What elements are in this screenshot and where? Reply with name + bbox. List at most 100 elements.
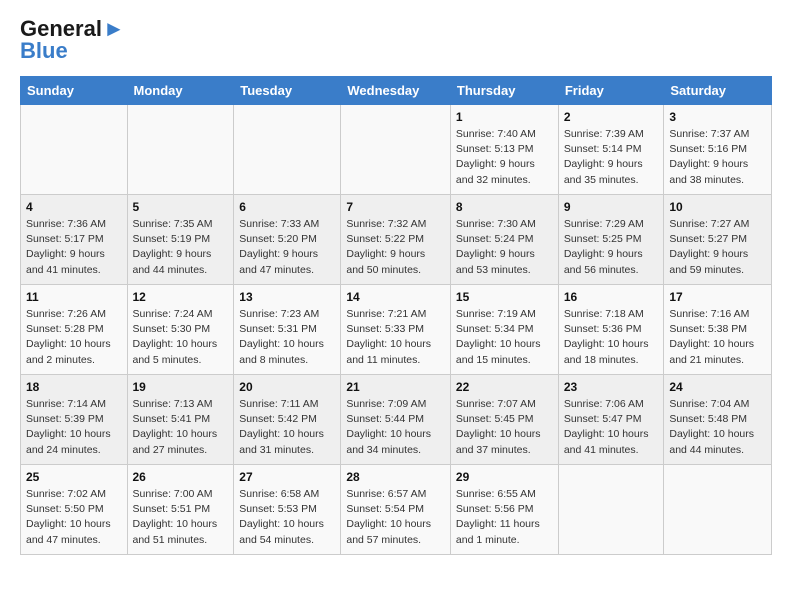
day-number: 2 xyxy=(564,110,659,124)
day-number: 28 xyxy=(346,470,445,484)
week-row-2: 4 Sunrise: 7:36 AM Sunset: 5:17 PM Daylig… xyxy=(21,195,772,285)
day-number: 15 xyxy=(456,290,553,304)
calendar-table: SundayMondayTuesdayWednesdayThursdayFrid… xyxy=(20,76,772,555)
day-info: Sunrise: 7:19 AM Sunset: 5:34 PM Dayligh… xyxy=(456,307,553,368)
calendar-cell: 24Sunrise: 7:04 AM Sunset: 5:48 PM Dayli… xyxy=(664,375,772,465)
week-row-5: 25 Sunrise: 7:02 AM Sunset: 5:50 PM Dayli… xyxy=(21,465,772,555)
calendar-cell: 26 Sunrise: 7:00 AM Sunset: 5:51 PM Dayli… xyxy=(127,465,234,555)
calendar-cell: 5 Sunrise: 7:35 AM Sunset: 5:19 PM Daylig… xyxy=(127,195,234,285)
day-info: Sunrise: 7:04 AM Sunset: 5:48 PM Dayligh… xyxy=(669,397,766,458)
day-info: Sunrise: 7:30 AM Sunset: 5:24 PM Dayligh… xyxy=(456,217,553,278)
day-info: Sunrise: 7:00 AM Sunset: 5:51 PM Dayligh… xyxy=(133,487,229,548)
day-number: 6 xyxy=(239,200,335,214)
day-info: Sunrise: 6:58 AM Sunset: 5:53 PM Dayligh… xyxy=(239,487,335,548)
calendar-cell: 29 Sunrise: 6:55 AM Sunset: 5:56 PM Dayli… xyxy=(450,465,558,555)
day-number: 14 xyxy=(346,290,445,304)
day-number: 16 xyxy=(564,290,659,304)
calendar-cell: 25 Sunrise: 7:02 AM Sunset: 5:50 PM Dayli… xyxy=(21,465,128,555)
day-info: Sunrise: 6:57 AM Sunset: 5:54 PM Dayligh… xyxy=(346,487,445,548)
calendar-body: 1 Sunrise: 7:40 AM Sunset: 5:13 PM Daylig… xyxy=(21,105,772,555)
calendar-cell: 22Sunrise: 7:07 AM Sunset: 5:45 PM Dayli… xyxy=(450,375,558,465)
calendar-cell xyxy=(341,105,451,195)
column-header-saturday: Saturday xyxy=(664,77,772,105)
day-number: 5 xyxy=(133,200,229,214)
day-number: 8 xyxy=(456,200,553,214)
calendar-header: SundayMondayTuesdayWednesdayThursdayFrid… xyxy=(21,77,772,105)
day-number: 19 xyxy=(133,380,229,394)
day-info: Sunrise: 7:18 AM Sunset: 5:36 PM Dayligh… xyxy=(564,307,659,368)
day-info: Sunrise: 7:36 AM Sunset: 5:17 PM Dayligh… xyxy=(26,217,122,278)
day-number: 12 xyxy=(133,290,229,304)
day-number: 17 xyxy=(669,290,766,304)
day-info: Sunrise: 7:32 AM Sunset: 5:22 PM Dayligh… xyxy=(346,217,445,278)
column-header-sunday: Sunday xyxy=(21,77,128,105)
week-row-4: 18Sunrise: 7:14 AM Sunset: 5:39 PM Dayli… xyxy=(21,375,772,465)
day-info: Sunrise: 7:23 AM Sunset: 5:31 PM Dayligh… xyxy=(239,307,335,368)
column-header-thursday: Thursday xyxy=(450,77,558,105)
day-info: Sunrise: 7:07 AM Sunset: 5:45 PM Dayligh… xyxy=(456,397,553,458)
day-number: 10 xyxy=(669,200,766,214)
day-number: 29 xyxy=(456,470,553,484)
logo: General ► Blue xyxy=(20,16,125,64)
day-info: Sunrise: 7:35 AM Sunset: 5:19 PM Dayligh… xyxy=(133,217,229,278)
calendar-cell: 19 Sunrise: 7:13 AM Sunset: 5:41 PM Dayli… xyxy=(127,375,234,465)
header-row: SundayMondayTuesdayWednesdayThursdayFrid… xyxy=(21,77,772,105)
day-info: Sunrise: 7:09 AM Sunset: 5:44 PM Dayligh… xyxy=(346,397,445,458)
day-info: Sunrise: 7:02 AM Sunset: 5:50 PM Dayligh… xyxy=(26,487,122,548)
day-info: Sunrise: 7:14 AM Sunset: 5:39 PM Dayligh… xyxy=(26,397,122,458)
calendar-cell xyxy=(558,465,664,555)
calendar-cell: 4 Sunrise: 7:36 AM Sunset: 5:17 PM Daylig… xyxy=(21,195,128,285)
calendar-cell: 21 Sunrise: 7:09 AM Sunset: 5:44 PM Dayli… xyxy=(341,375,451,465)
day-number: 20 xyxy=(239,380,335,394)
day-info: Sunrise: 7:40 AM Sunset: 5:13 PM Dayligh… xyxy=(456,127,553,188)
calendar-cell: 28 Sunrise: 6:57 AM Sunset: 5:54 PM Dayli… xyxy=(341,465,451,555)
day-number: 21 xyxy=(346,380,445,394)
calendar-cell: 2Sunrise: 7:39 AM Sunset: 5:14 PM Daylig… xyxy=(558,105,664,195)
day-info: Sunrise: 7:26 AM Sunset: 5:28 PM Dayligh… xyxy=(26,307,122,368)
calendar-cell: 14 Sunrise: 7:21 AM Sunset: 5:33 PM Dayli… xyxy=(341,285,451,375)
week-row-3: 11 Sunrise: 7:26 AM Sunset: 5:28 PM Dayli… xyxy=(21,285,772,375)
day-number: 26 xyxy=(133,470,229,484)
day-info: Sunrise: 7:06 AM Sunset: 5:47 PM Dayligh… xyxy=(564,397,659,458)
calendar-cell: 1 Sunrise: 7:40 AM Sunset: 5:13 PM Daylig… xyxy=(450,105,558,195)
day-info: Sunrise: 7:13 AM Sunset: 5:41 PM Dayligh… xyxy=(133,397,229,458)
calendar-cell: 12 Sunrise: 7:24 AM Sunset: 5:30 PM Dayli… xyxy=(127,285,234,375)
day-number: 25 xyxy=(26,470,122,484)
calendar-cell: 6 Sunrise: 7:33 AM Sunset: 5:20 PM Daylig… xyxy=(234,195,341,285)
column-header-wednesday: Wednesday xyxy=(341,77,451,105)
day-info: Sunrise: 7:16 AM Sunset: 5:38 PM Dayligh… xyxy=(669,307,766,368)
week-row-1: 1 Sunrise: 7:40 AM Sunset: 5:13 PM Daylig… xyxy=(21,105,772,195)
calendar-cell: 17 Sunrise: 7:16 AM Sunset: 5:38 PM Dayli… xyxy=(664,285,772,375)
calendar-cell: 10 Sunrise: 7:27 AM Sunset: 5:27 PM Dayli… xyxy=(664,195,772,285)
column-header-monday: Monday xyxy=(127,77,234,105)
calendar-cell: 15 Sunrise: 7:19 AM Sunset: 5:34 PM Dayli… xyxy=(450,285,558,375)
day-number: 11 xyxy=(26,290,122,304)
calendar-cell: 11 Sunrise: 7:26 AM Sunset: 5:28 PM Dayli… xyxy=(21,285,128,375)
calendar-cell: 20Sunrise: 7:11 AM Sunset: 5:42 PM Dayli… xyxy=(234,375,341,465)
day-number: 1 xyxy=(456,110,553,124)
calendar-cell: 16 Sunrise: 7:18 AM Sunset: 5:36 PM Dayli… xyxy=(558,285,664,375)
calendar-cell: 23Sunrise: 7:06 AM Sunset: 5:47 PM Dayli… xyxy=(558,375,664,465)
day-info: Sunrise: 6:55 AM Sunset: 5:56 PM Dayligh… xyxy=(456,487,553,548)
day-info: Sunrise: 7:24 AM Sunset: 5:30 PM Dayligh… xyxy=(133,307,229,368)
calendar-cell: 13 Sunrise: 7:23 AM Sunset: 5:31 PM Dayli… xyxy=(234,285,341,375)
column-header-tuesday: Tuesday xyxy=(234,77,341,105)
logo-blue-text: Blue xyxy=(20,38,68,64)
calendar-cell xyxy=(21,105,128,195)
calendar-cell: 27 Sunrise: 6:58 AM Sunset: 5:53 PM Dayli… xyxy=(234,465,341,555)
logo-bird-icon: ► xyxy=(103,16,125,42)
column-header-friday: Friday xyxy=(558,77,664,105)
day-number: 4 xyxy=(26,200,122,214)
day-number: 7 xyxy=(346,200,445,214)
day-number: 27 xyxy=(239,470,335,484)
day-info: Sunrise: 7:33 AM Sunset: 5:20 PM Dayligh… xyxy=(239,217,335,278)
calendar-cell: 7 Sunrise: 7:32 AM Sunset: 5:22 PM Daylig… xyxy=(341,195,451,285)
calendar-cell: 9Sunrise: 7:29 AM Sunset: 5:25 PM Daylig… xyxy=(558,195,664,285)
day-info: Sunrise: 7:27 AM Sunset: 5:27 PM Dayligh… xyxy=(669,217,766,278)
day-number: 3 xyxy=(669,110,766,124)
calendar-cell: 8 Sunrise: 7:30 AM Sunset: 5:24 PM Daylig… xyxy=(450,195,558,285)
day-info: Sunrise: 7:21 AM Sunset: 5:33 PM Dayligh… xyxy=(346,307,445,368)
calendar-cell: 18Sunrise: 7:14 AM Sunset: 5:39 PM Dayli… xyxy=(21,375,128,465)
day-info: Sunrise: 7:37 AM Sunset: 5:16 PM Dayligh… xyxy=(669,127,766,188)
day-number: 13 xyxy=(239,290,335,304)
